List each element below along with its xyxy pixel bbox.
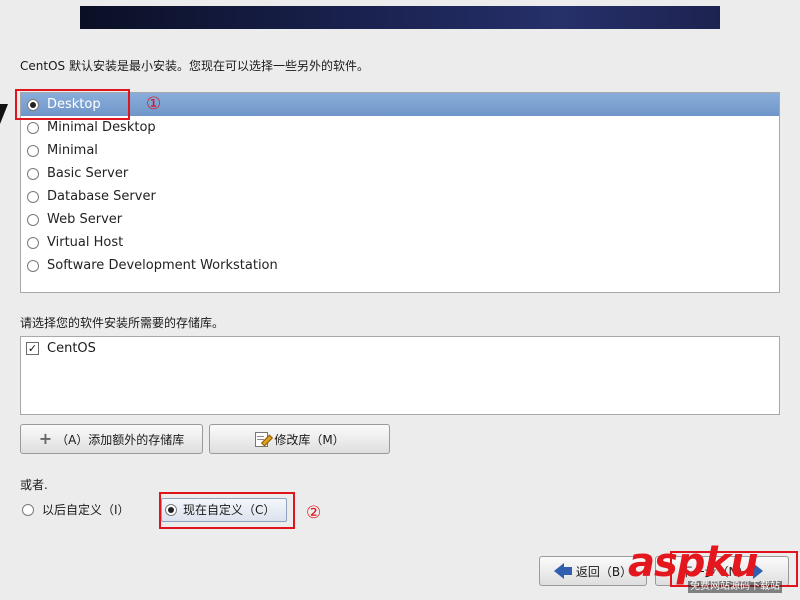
group-item-minimal[interactable]: Minimal (21, 139, 779, 162)
repo-list[interactable]: ✓ CentOS (20, 336, 780, 415)
group-item-label: Minimal Desktop (47, 120, 156, 135)
repo-item-label: CentOS (47, 341, 96, 356)
radio-icon (27, 214, 39, 226)
annotation-marker-2: ② (306, 503, 322, 523)
modify-repo-label: 修改库（M） (274, 432, 345, 447)
group-item-virtual-host[interactable]: Virtual Host (21, 231, 779, 254)
left-arrow-icon (553, 563, 564, 579)
group-item-label: Virtual Host (47, 235, 124, 250)
repo-section-label: 请选择您的软件安装所需要的存储库。 (20, 316, 225, 330)
add-repo-label: （A）添加额外的存储库 (56, 432, 185, 447)
intro-text: CentOS 默认安装是最小安装。您现在可以选择一些另外的软件。 (20, 59, 369, 73)
group-item-software-dev-workstation[interactable]: Software Development Workstation (21, 254, 779, 277)
header-banner (80, 6, 720, 29)
group-item-label: Database Server (47, 189, 156, 204)
group-item-label: Minimal (47, 143, 98, 158)
radio-icon (27, 237, 39, 249)
radio-icon (27, 260, 39, 272)
customize-later-label: 以后自定义（I） (42, 503, 130, 517)
group-item-label: Web Server (47, 212, 123, 227)
or-label: 或者. (20, 478, 48, 492)
group-item-basic-server[interactable]: Basic Server (21, 162, 779, 185)
mouse-cursor-icon (0, 104, 8, 124)
edit-document-icon (254, 431, 274, 447)
watermark-tagline: 免费网站源码下载站 (688, 581, 782, 593)
group-item-web-server[interactable]: Web Server (21, 208, 779, 231)
radio-icon (27, 191, 39, 203)
modify-repo-button[interactable]: 修改库（M） (209, 424, 390, 454)
group-item-desktop[interactable]: Desktop (21, 93, 779, 116)
group-item-label: Basic Server (47, 166, 129, 181)
radio-icon (22, 504, 34, 516)
back-label: 返回（B） (575, 564, 633, 579)
customize-later-option[interactable]: 以后自定义（I） (22, 500, 130, 520)
radio-icon (27, 122, 39, 134)
add-repo-button[interactable]: + （A）添加额外的存储库 (20, 424, 203, 454)
watermark-brand: aspku (628, 540, 759, 586)
radio-icon (27, 145, 39, 157)
annotation-box-2 (159, 492, 295, 529)
plus-icon: + (38, 429, 53, 448)
group-item-label: Software Development Workstation (47, 258, 278, 273)
radio-icon (27, 168, 39, 180)
annotation-marker-1: ① (146, 94, 162, 114)
repo-item-centos[interactable]: ✓ CentOS (21, 337, 779, 360)
group-item-minimal-desktop[interactable]: Minimal Desktop (21, 116, 779, 139)
annotation-box-1 (15, 89, 130, 120)
checkbox-checked-icon[interactable]: ✓ (26, 342, 39, 355)
install-group-list[interactable]: Desktop Minimal Desktop Minimal Basic Se… (20, 92, 780, 293)
watermark-logo: aspku 免费网站源码下载站 (628, 541, 798, 597)
group-item-database-server[interactable]: Database Server (21, 185, 779, 208)
